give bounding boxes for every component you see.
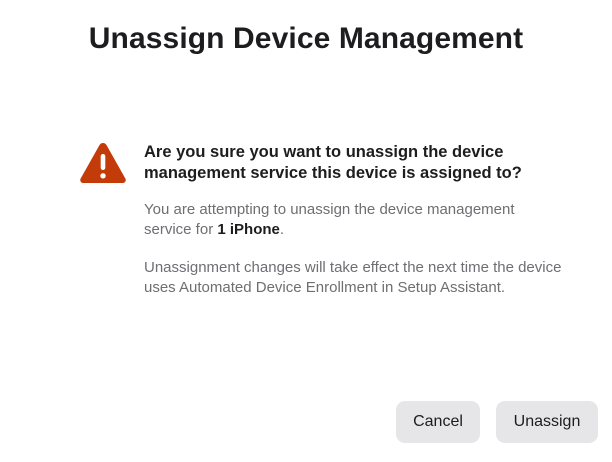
effect-description: Unassignment changes will take effect th… [144, 259, 562, 296]
device-count: 1 iPhone [217, 221, 280, 238]
unassign-dialog: Unassign Device Management Are you sure … [0, 0, 612, 462]
attempt-description-end: . [279, 221, 285, 238]
attempt-description-text: You are attempting to unassign the devic… [144, 201, 515, 238]
confirmation-question: Are you sure you want to unassign the de… [144, 143, 522, 182]
attempt-description: You are attempting to unassign the devic… [144, 200, 564, 240]
cancel-button[interactable]: Cancel [396, 401, 480, 443]
dialog-title: Unassign Device Management [88, 22, 524, 55]
dialog-content: Are you sure you want to unassign the de… [144, 142, 564, 298]
unassign-button[interactable]: Unassign [496, 401, 598, 443]
warning-triangle-icon [80, 143, 126, 183]
